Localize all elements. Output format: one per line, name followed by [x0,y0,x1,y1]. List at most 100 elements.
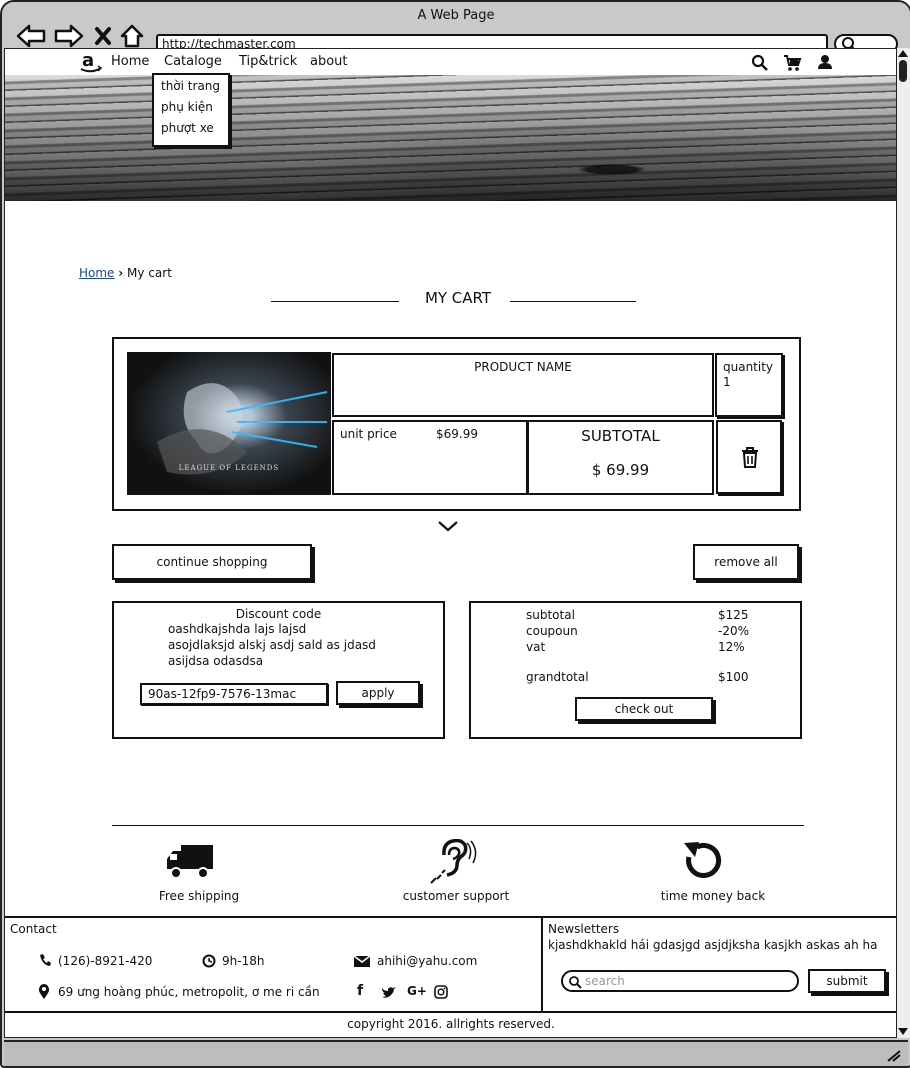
facebook-icon[interactable]: f [357,983,363,999]
scrollbar-thumb[interactable] [899,60,907,82]
nav-tip-trick[interactable]: Tip&trick [239,54,297,69]
quantity-value[interactable]: 1 [723,375,781,390]
summary-subtotal-value: $125 [718,608,749,622]
unit-price-cell: unit price $69.99 [332,420,528,495]
breadcrumb-current: My cart [127,266,172,280]
footer-top-rule [5,916,897,918]
newsletter-search-field[interactable]: search [561,970,799,992]
clock-icon [202,954,216,968]
cart-icon[interactable] [783,54,803,72]
footer-column-divider [541,916,543,1012]
delete-item-button[interactable] [716,420,782,494]
grandtotal-value: $100 [718,670,749,684]
newsletter-text: kjashdkhakld hái gdasjgd asjdjksha kasjk… [548,938,878,952]
newsletter-title: Newsletters [548,922,620,936]
title-rule-right [510,301,636,302]
hero-water-image [5,75,897,201]
summary-coupon-label: coupoun [526,624,578,638]
location-icon [38,984,50,999]
breadcrumb: Home › My cart [79,266,172,280]
feature-free-shipping: Free shipping [158,889,240,903]
phone-icon [40,954,51,966]
nav-about[interactable]: about [310,54,348,69]
unit-price-label: unit price [340,427,397,441]
remove-all-button[interactable]: remove all [693,544,799,580]
title-bar: A Web Page http://techmaster.com [2,2,910,54]
product-name-cell: PRODUCT NAME [332,353,714,417]
newsletter-search-placeholder: search [585,974,625,988]
breadcrumb-home-link[interactable]: Home [79,266,114,280]
contact-phone[interactable]: (126)-8921-420 [58,954,152,968]
contact-hours: 9h-18h [222,954,265,968]
back-arrow-icon[interactable] [16,24,46,48]
search-icon [569,976,582,989]
nav-cataloge[interactable]: Cataloge [164,54,222,69]
subtotal-label: SUBTOTAL [581,427,660,445]
summary-labels: subtotal coupoun vat [526,607,578,655]
discount-line: asijdsa odasdsa [168,654,264,668]
window-title: A Web Page [417,8,495,23]
feature-customer-support: customer support [402,889,510,903]
user-icon[interactable] [817,54,833,70]
summary-vat-label: vat [526,640,546,654]
search-icon[interactable] [751,54,769,72]
status-bar [4,1040,908,1066]
submit-button[interactable]: submit [808,969,886,993]
continue-shopping-button[interactable]: continue shopping [112,544,312,580]
truck-icon [167,845,213,879]
dropdown-item-phu-kien[interactable]: phụ kiện [154,96,228,117]
product-image[interactable]: LEAGUE OF LEGENDS [127,352,331,495]
discount-line: oashdkajshda lajs lajsd [168,622,307,636]
product-artwork [157,383,328,475]
amazon-logo[interactable]: a [79,51,103,73]
web-page: a Home Cataloge Tip&trick about thời tra… [4,48,898,1038]
product-image-caption: LEAGUE OF LEGENDS [178,464,280,472]
home-icon[interactable] [120,24,144,48]
close-icon[interactable] [94,26,112,46]
page-title: MY CART [424,289,492,307]
top-nav: a Home Cataloge Tip&trick about [5,49,897,77]
refresh-icon [684,842,722,878]
trash-icon [742,447,758,468]
dropdown-item-phuot-xe[interactable]: phượt xe [154,117,228,138]
discount-code-input[interactable]: 90as-12fp9-7576-13mac [140,683,328,705]
quantity-label: quantity [723,360,774,374]
summary-vat-value: 12% [718,640,745,654]
order-summary-box: subtotal coupoun vat $125 -20% 12% grand… [469,601,802,739]
subtotal-cell: SUBTOTAL $ 69.99 [527,420,714,495]
dropdown-item-thoi-trang[interactable]: thời trang [154,75,228,96]
resize-grip-icon[interactable] [886,1048,902,1062]
discount-box: Discount code oashdkajshda lajs lajsd as… [112,601,445,739]
footer-bottom-rule [5,1011,897,1013]
chevron-right-icon: › [118,266,124,280]
ear-icon [430,839,477,884]
svg-text:a: a [82,51,94,71]
discount-title: Discount code [235,607,322,621]
scroll-up-arrow-icon[interactable] [898,50,908,57]
grandtotal-label: grandtotal [526,670,589,684]
summary-coupon-value: -20% [718,624,750,638]
vertical-scrollbar[interactable] [896,48,910,1038]
contact-email[interactable]: ahihi@yahu.com [377,954,477,968]
summary-values: $125 -20% 12% [718,607,749,655]
check-out-button[interactable]: check out [575,697,713,721]
twitter-icon[interactable] [381,986,397,1000]
contact-address: 69 ưng hoàng phúc, metropolit, ơ me ri c… [58,985,320,999]
discount-description: oashdkajshda lajs lajsd asojdlaksjd alsk… [168,621,443,669]
forward-arrow-icon[interactable] [54,24,84,48]
quantity-cell[interactable]: quantity 1 [715,353,783,417]
scroll-down-arrow-icon[interactable] [898,1028,908,1035]
unit-price-value: $69.99 [436,427,478,441]
chevron-down-icon[interactable] [437,519,459,533]
instagram-icon[interactable] [434,985,448,999]
copyright: copyright 2016. allrights reserved. [347,1017,555,1031]
title-rule-left [271,301,399,302]
subtotal-value: $ 69.99 [591,461,650,479]
discount-line: asojdlaksjd alskj asdj sald as jdasd [168,638,376,652]
features-divider [112,825,804,826]
apply-button[interactable]: apply [336,681,420,705]
google-plus-icon[interactable]: G+ [407,984,427,998]
mail-icon [353,955,371,967]
nav-home[interactable]: Home [111,54,149,69]
browser-window: A Web Page http://techmaster.com a Home … [0,0,910,1068]
